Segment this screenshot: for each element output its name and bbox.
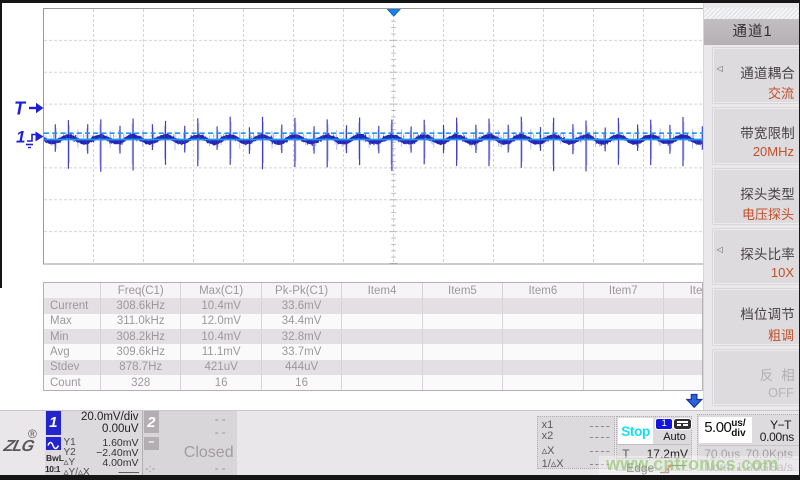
svg-text:T: T: [14, 99, 27, 119]
svg-text:1: 1: [16, 128, 25, 147]
